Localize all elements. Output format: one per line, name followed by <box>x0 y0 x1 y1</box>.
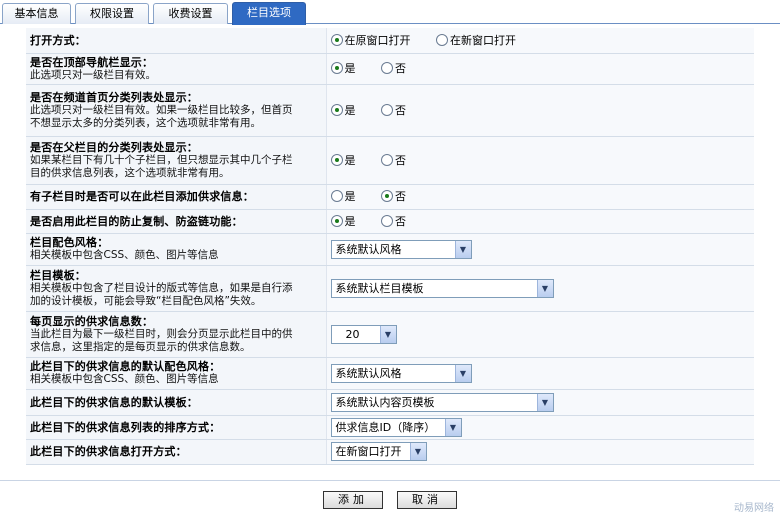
row-color-style: 栏目配色风格： 相关模板中包含CSS、颜色、图片等信息 系统默认风格 ▼ <box>26 233 754 266</box>
row-anti-copy: 是否启用此栏目的防止复制、防盗链功能： 是 否 <box>26 209 754 234</box>
sort-mode-label: 此栏目下的供求信息列表的排序方式： <box>30 420 221 434</box>
template-desc-1: 相关模板中包含了栏目设计的版式等信息，如果是自行添 <box>30 281 293 294</box>
anti-copy-label: 是否启用此栏目的防止复制、防盗链功能： <box>30 214 243 228</box>
channel-home-label: 是否在频道首页分类列表处显示： <box>30 90 198 104</box>
allow-add-label: 有子栏目时是否可以在此栏目添加供求信息： <box>30 190 254 203</box>
color-style-label: 栏目配色风格： <box>30 236 109 249</box>
tab-basic-info[interactable]: 基本信息 <box>2 3 71 24</box>
template-label: 栏目模板： <box>30 268 86 282</box>
anti-copy-no-radio[interactable]: 否 <box>381 213 406 229</box>
row-info-template: 此栏目下的供求信息的默认模板： 系统默认内容页模板 ▼ <box>26 389 754 416</box>
info-open-label: 此栏目下的供求信息打开方式： <box>30 445 187 458</box>
open-mode-same-window-radio[interactable]: 在原窗口打开 <box>330 32 411 48</box>
info-template-select[interactable]: 系统默认内容页模板 ▼ <box>330 392 554 412</box>
row-sort-mode: 此栏目下的供求信息列表的排序方式： 供求信息ID（降序） ▼ <box>26 415 754 440</box>
info-color-label: 此栏目下的供求信息的默认配色风格： <box>30 360 221 373</box>
sort-mode-select[interactable]: 供求信息ID（降序） ▼ <box>330 417 462 437</box>
radio-unchecked-icon <box>381 103 393 116</box>
radio-checked-icon <box>330 214 343 227</box>
add-button[interactable]: 添加 <box>323 491 383 509</box>
open-mode-new-window-radio[interactable]: 在新窗口打开 <box>436 32 516 48</box>
chevron-down-icon: ▼ <box>454 240 471 258</box>
radio-unchecked-icon <box>436 33 448 46</box>
row-info-open: 此栏目下的供求信息打开方式： 在新窗口打开 ▼ <box>26 439 754 465</box>
parent-list-desc-1: 如果某栏目下有几十个子栏目，但只想显示其中几个子栏 <box>30 153 293 166</box>
row-template: 栏目模板： 相关模板中包含了栏目设计的版式等信息，如果是自行添 加的设计模板，可… <box>26 265 754 312</box>
info-color-select[interactable]: 系统默认风格 ▼ <box>330 363 472 383</box>
radio-checked-icon <box>330 62 343 74</box>
row-channel-home: 是否在频道首页分类列表处显示： 此选项只对一级栏目有效。如果一级栏目比较多，但首… <box>26 84 754 137</box>
top-nav-desc: 此选项只对一级栏目有效。 <box>30 68 156 81</box>
radio-unchecked-icon <box>381 214 393 227</box>
top-nav-no-radio[interactable]: 否 <box>381 60 406 76</box>
channel-home-no-radio[interactable]: 否 <box>381 102 406 118</box>
chevron-down-icon: ▼ <box>379 325 396 343</box>
column-options-form: 打开方式： 在原窗口打开 在新窗口打开 是否在顶部导航栏显示： 此选项只对一级栏… <box>26 28 754 465</box>
anti-copy-yes-radio[interactable]: 是 <box>330 213 356 229</box>
row-info-color: 此栏目下的供求信息的默认配色风格： 相关模板中包含CSS、颜色、图片等信息 系统… <box>26 357 754 390</box>
parent-list-label: 是否在父栏目的分类列表处显示： <box>30 140 198 154</box>
top-nav-label: 是否在顶部导航栏显示： <box>30 55 154 69</box>
radio-checked-icon <box>330 33 343 46</box>
allow-add-no-radio[interactable]: 否 <box>381 188 406 204</box>
radio-checked-icon <box>330 153 343 166</box>
row-allow-add: 有子栏目时是否可以在此栏目添加供求信息： 是 否 <box>26 184 754 210</box>
channel-home-desc-1: 此选项只对一级栏目有效。如果一级栏目比较多，但首页 <box>30 103 293 116</box>
chevron-down-icon: ▼ <box>409 443 426 460</box>
top-nav-yes-radio[interactable]: 是 <box>330 60 356 76</box>
tab-bar: 基本信息 权限设置 收费设置 栏目选项 <box>0 0 780 25</box>
chevron-down-icon: ▼ <box>536 279 553 297</box>
tab-column-options[interactable]: 栏目选项 <box>232 2 306 25</box>
parent-list-yes-radio[interactable]: 是 <box>330 152 356 168</box>
info-template-label: 此栏目下的供求信息的默认模板： <box>30 395 198 409</box>
radio-checked-icon <box>330 103 343 116</box>
radio-unchecked-icon <box>330 190 343 202</box>
template-select[interactable]: 系统默认栏目模板 ▼ <box>330 278 554 298</box>
channel-home-yes-radio[interactable]: 是 <box>330 102 356 118</box>
chevron-down-icon: ▼ <box>444 418 461 436</box>
radio-checked-icon <box>381 190 393 202</box>
open-mode-label: 打开方式： <box>30 33 86 47</box>
cancel-button[interactable]: 取消 <box>397 491 457 509</box>
color-style-select[interactable]: 系统默认风格 ▼ <box>330 239 472 259</box>
per-page-desc-2: 求信息，这里指定的是每页显示的供求信息数。 <box>30 340 251 353</box>
row-top-nav: 是否在顶部导航栏显示： 此选项只对一级栏目有效。 是 否 <box>26 53 754 85</box>
per-page-desc-1: 当此栏目为最下一级栏目时，则会分页显示此栏目中的供 <box>30 327 293 340</box>
allow-add-yes-radio[interactable]: 是 <box>330 188 356 204</box>
channel-home-desc-2: 不想显示太多的分类列表，这个选项就非常有用。 <box>30 116 261 129</box>
watermark-text: 动易网络 <box>734 503 774 513</box>
template-desc-2: 加的设计模板，可能会导致“栏目配色风格”失效。 <box>30 294 262 307</box>
chevron-down-icon: ▼ <box>536 393 553 411</box>
row-per-page: 每页显示的供求信息数： 当此栏目为最下一级栏目时，则会分页显示此栏目中的供 求信… <box>26 311 754 358</box>
tab-permissions[interactable]: 权限设置 <box>75 3 149 24</box>
info-color-desc: 相关模板中包含CSS、颜色、图片等信息 <box>30 373 219 385</box>
chevron-down-icon: ▼ <box>454 364 471 382</box>
color-style-desc: 相关模板中包含CSS、颜色、图片等信息 <box>30 249 219 261</box>
radio-unchecked-icon <box>381 62 393 74</box>
info-open-select[interactable]: 在新窗口打开 ▼ <box>330 442 427 461</box>
parent-list-no-radio[interactable]: 否 <box>381 152 406 168</box>
per-page-label: 每页显示的供求信息数： <box>30 314 154 328</box>
footer-divider <box>0 480 780 481</box>
parent-list-desc-2: 目的供求信息列表，这个选项就非常有用。 <box>30 166 230 179</box>
row-parent-list: 是否在父栏目的分类列表处显示： 如果某栏目下有几十个子栏目，但只想显示其中几个子… <box>26 136 754 185</box>
radio-unchecked-icon <box>381 153 393 166</box>
per-page-select[interactable]: 20 ▼ <box>330 324 397 344</box>
row-open-mode: 打开方式： 在原窗口打开 在新窗口打开 <box>26 28 754 54</box>
tab-charge-settings[interactable]: 收费设置 <box>153 3 228 24</box>
